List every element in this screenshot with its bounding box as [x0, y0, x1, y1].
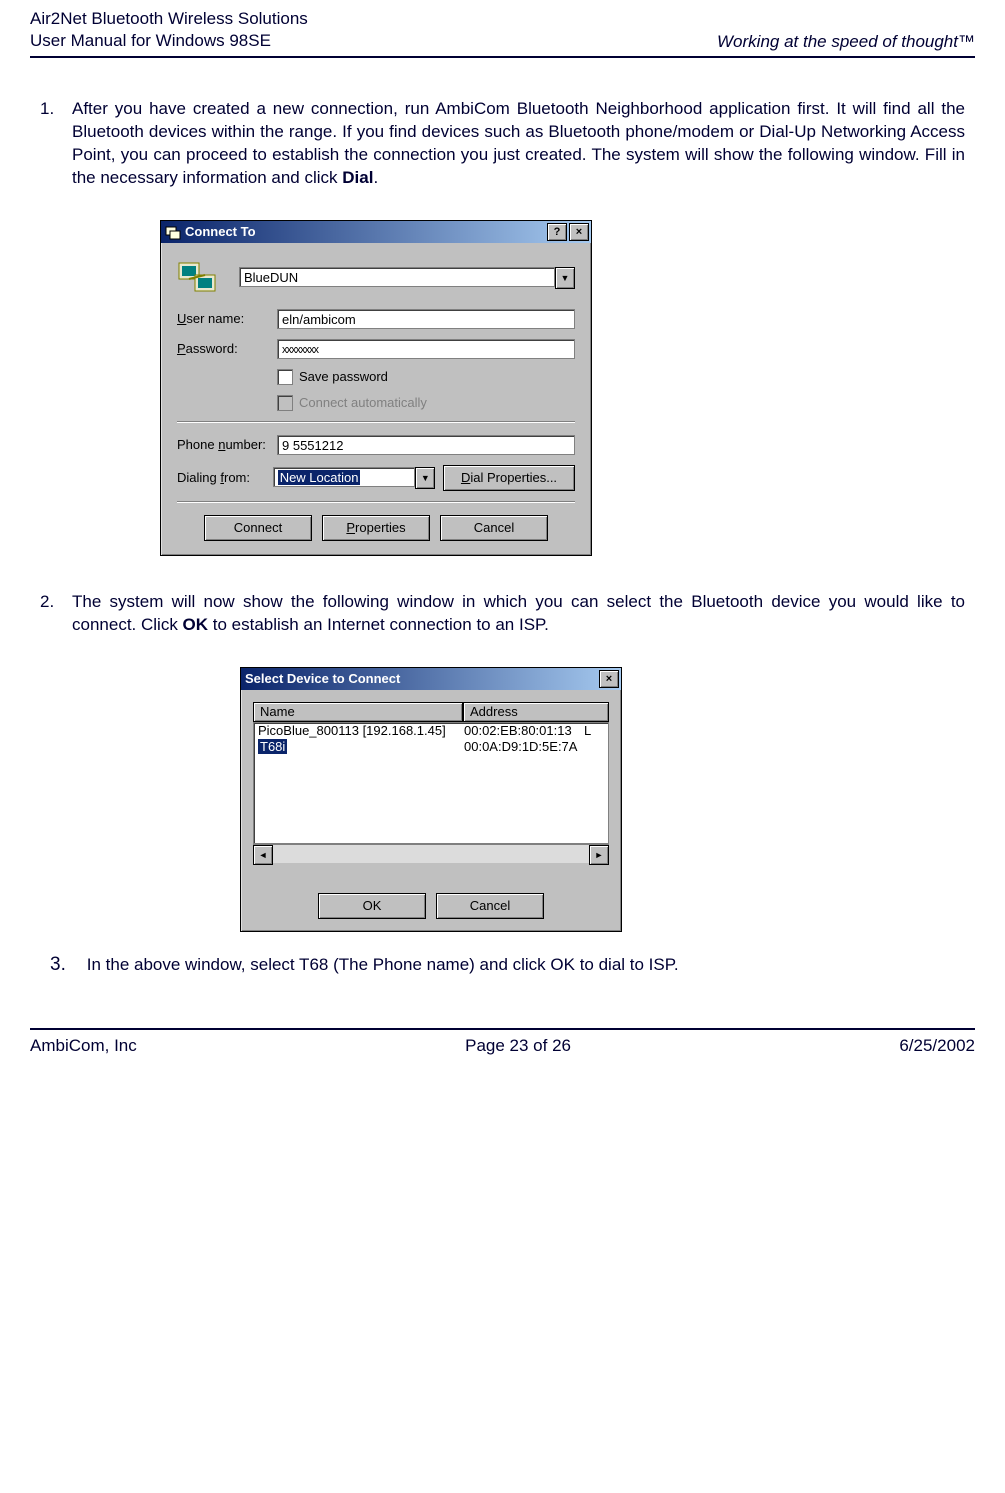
step-2-number: 2.	[40, 591, 72, 637]
footer-center: Page 23 of 26	[465, 1036, 571, 1056]
cell-name: PicoBlue_800113 [192.168.1.45]	[258, 723, 464, 739]
header-tagline: Working at the speed of thought™	[717, 32, 975, 52]
cell-addr: 00:0A:D9:1D:5E:7A	[464, 739, 584, 755]
step-1-number: 1.	[40, 98, 72, 190]
step-2: 2. The system will now show the followin…	[40, 591, 965, 637]
list-row[interactable]: PicoBlue_800113 [192.168.1.45] 00:02:EB:…	[254, 723, 608, 739]
divider	[177, 501, 575, 503]
dlg2-titlebar[interactable]: Select Device to Connect ×	[241, 668, 621, 690]
step-3-text: In the above window, select T68 (The Pho…	[87, 955, 679, 974]
step2-post: to establish an Internet connection to a…	[208, 615, 549, 634]
scroll-track[interactable]	[273, 845, 589, 863]
connection-select[interactable]: BlueDUN ▼	[239, 267, 575, 289]
chevron-down-icon[interactable]: ▼	[415, 467, 435, 489]
step-1-text: After you have created a new connection,…	[72, 98, 965, 190]
step1-post: .	[373, 168, 378, 187]
divider	[177, 421, 575, 423]
header-line2: User Manual for Windows 98SE	[30, 30, 308, 52]
list-row[interactable]: T68i 00:0A:D9:1D:5E:7A	[254, 739, 608, 755]
save-password-checkbox[interactable]	[277, 369, 293, 385]
chevron-down-icon[interactable]: ▼	[555, 267, 575, 289]
step-1: 1. After you have created a new connecti…	[40, 98, 965, 190]
phone-input[interactable]: 9 5551212	[277, 435, 575, 455]
properties-button[interactable]: Properties	[322, 515, 430, 541]
select-device-dialog: Select Device to Connect × Name Address …	[240, 667, 622, 932]
connect-button[interactable]: Connect	[204, 515, 312, 541]
cell-tail: L	[584, 723, 591, 739]
dlg1-title: Connect To	[185, 224, 545, 239]
page-footer: AmbiCom, Inc Page 23 of 26 6/25/2002	[30, 1028, 975, 1068]
username-label: User name:	[177, 311, 277, 326]
username-input[interactable]: eln/ambicom	[277, 309, 575, 329]
cell-addr: 00:02:EB:80:01:13	[464, 723, 584, 739]
ok-button[interactable]: OK	[318, 893, 426, 919]
cancel-button[interactable]: Cancel	[440, 515, 548, 541]
scroll-right-icon[interactable]: ►	[589, 845, 609, 865]
footer-right: 6/25/2002	[899, 1036, 975, 1056]
dialfrom-select[interactable]: New Location ▼	[273, 467, 436, 489]
dialfrom-label: Dialing from:	[177, 470, 273, 485]
col-header-address[interactable]: Address	[463, 702, 609, 722]
close-button[interactable]: ×	[599, 670, 619, 688]
phone-label: Phone number:	[177, 437, 277, 452]
step-3: 3. In the above window, select T68 (The …	[40, 952, 965, 1019]
dlg1-titlebar[interactable]: Connect To ? ×	[161, 221, 591, 243]
step1-bold: Dial	[342, 168, 373, 187]
footer-left: AmbiCom, Inc	[30, 1036, 137, 1056]
connection-value: BlueDUN	[239, 267, 555, 287]
dialfrom-value: New Location	[273, 467, 416, 487]
horizontal-scrollbar[interactable]: ◄ ►	[253, 844, 609, 863]
header-line1: Air2Net Bluetooth Wireless Solutions	[30, 8, 308, 30]
dialup-icon	[165, 224, 181, 240]
connect-to-dialog: Connect To ? ×	[160, 220, 592, 556]
connection-icon	[177, 257, 219, 299]
cancel-button[interactable]: Cancel	[436, 893, 544, 919]
password-input[interactable]: xxxxxxxx	[277, 339, 575, 359]
header-left: Air2Net Bluetooth Wireless Solutions Use…	[30, 8, 308, 52]
help-button[interactable]: ?	[547, 223, 567, 241]
scroll-left-icon[interactable]: ◄	[253, 845, 273, 865]
cell-name: T68i	[258, 739, 464, 755]
dial-properties-button[interactable]: Dial Properties...	[443, 465, 575, 491]
dlg2-title: Select Device to Connect	[245, 671, 597, 686]
connect-auto-label: Connect automatically	[299, 395, 427, 410]
step-2-text: The system will now show the following w…	[72, 591, 965, 637]
step2-bold: OK	[183, 615, 209, 634]
step1-pre: After you have created a new connection,…	[72, 99, 965, 187]
close-button[interactable]: ×	[569, 223, 589, 241]
step-3-number: 3.	[50, 952, 82, 979]
page-header: Air2Net Bluetooth Wireless Solutions Use…	[30, 0, 975, 58]
device-list[interactable]: Name Address PicoBlue_800113 [192.168.1.…	[253, 702, 609, 863]
password-label: Password:	[177, 341, 277, 356]
save-password-label: Save password	[299, 369, 388, 384]
connect-auto-checkbox	[277, 395, 293, 411]
col-header-name[interactable]: Name	[253, 702, 463, 722]
